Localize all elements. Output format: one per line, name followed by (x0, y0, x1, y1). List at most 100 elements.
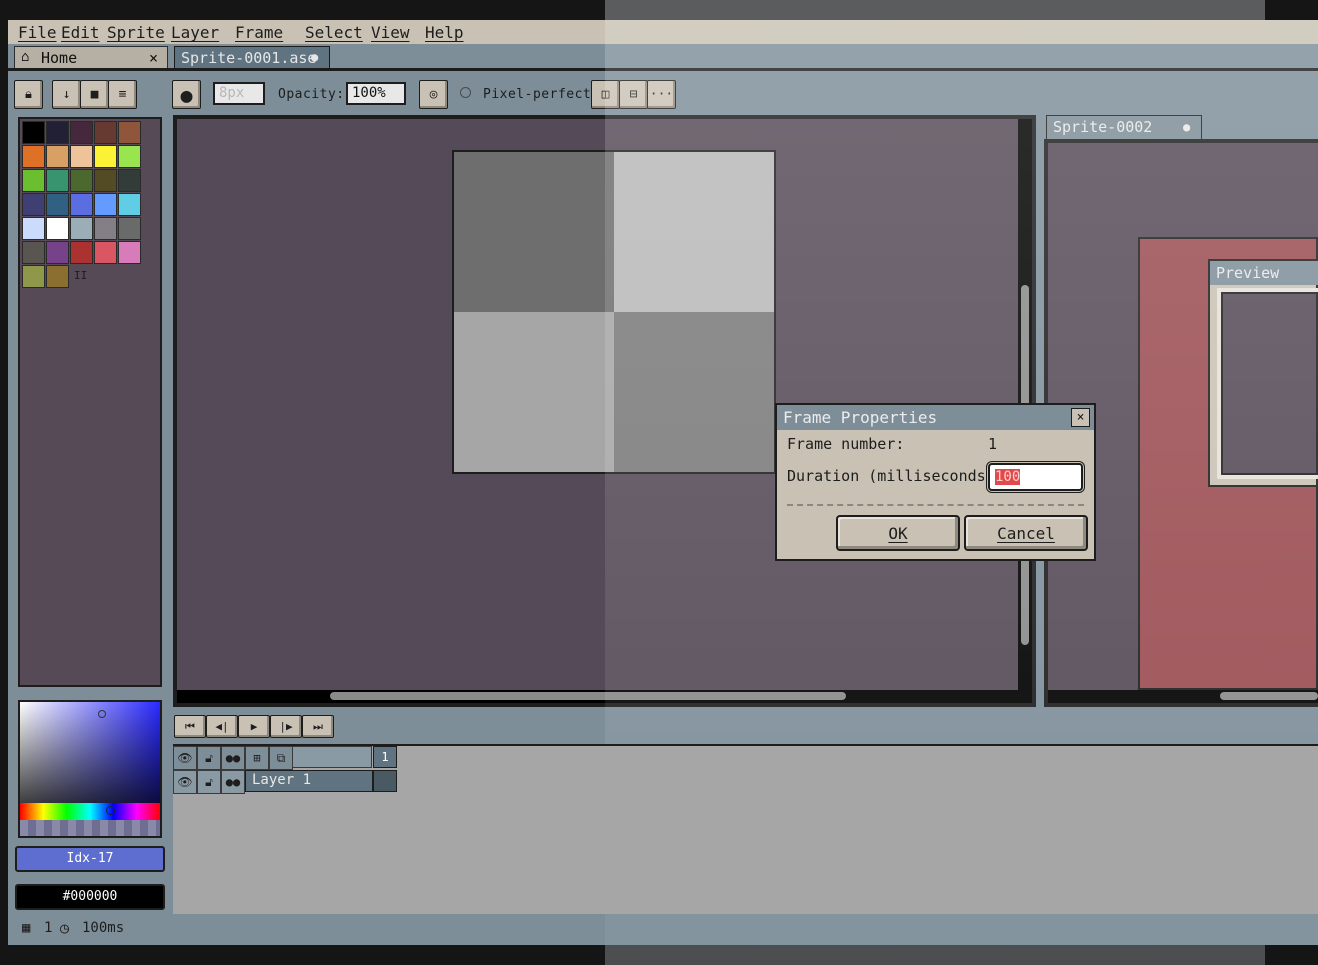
menu-frame[interactable]: Frame (235, 23, 283, 42)
dialog-separator (787, 504, 1084, 506)
palette-swatch[interactable] (70, 145, 93, 168)
hue-cursor[interactable] (106, 806, 115, 815)
palette-swatch[interactable] (22, 121, 45, 144)
layer-eye-icon[interactable]: 👁︎ (173, 770, 197, 794)
menu-layer[interactable]: Layer (171, 23, 219, 42)
cancel-button[interactable]: Cancel (964, 515, 1088, 551)
layer-tree-icon[interactable]: ⊞ (245, 746, 269, 770)
palette-swatch[interactable] (46, 121, 69, 144)
duration-input[interactable]: 100 (988, 463, 1083, 491)
dialog-title: Frame Properties (777, 405, 1094, 430)
brush-size-input[interactable]: 8px (213, 82, 265, 105)
lock-icon[interactable]: 🔒︎ (14, 80, 43, 109)
preview-canvas (1221, 292, 1318, 475)
menu-sprite[interactable]: Sprite (107, 23, 165, 42)
status-frame: 1 (44, 920, 53, 936)
layer-continuous-icon[interactable]: ●● (221, 770, 245, 794)
frame-header-1[interactable]: 1 (373, 746, 397, 768)
palette-swatch[interactable] (46, 265, 69, 288)
palette-swatch[interactable] (22, 217, 45, 240)
layer-lock-icon[interactable]: 🔓︎ (197, 770, 221, 794)
palette-swatch[interactable] (94, 217, 117, 240)
modified-dot-icon[interactable]: ● (1183, 120, 1190, 134)
lock-icon[interactable]: 🔓︎ (197, 746, 221, 770)
palette-swatch[interactable] (22, 145, 45, 168)
sprite-quadrant (614, 152, 774, 312)
ok-button[interactable]: OK (836, 515, 960, 551)
alpha-slider[interactable] (20, 820, 160, 836)
sprite-image[interactable] (452, 150, 776, 474)
context-toolbar: 🔒︎ ↓ ■ ≡ ● 8px Opacity: 100% ◎ Pixel-per… (8, 71, 1318, 115)
opacity-label: Opacity: (278, 87, 345, 102)
palette-swatch[interactable] (46, 217, 69, 240)
editor2-horizontal-scroll-thumb[interactable] (1220, 692, 1318, 700)
square-icon[interactable]: ■ (80, 80, 109, 109)
palette-swatch[interactable] (118, 241, 141, 264)
hue-slider[interactable] (20, 803, 160, 820)
duration-value: 100 (995, 469, 1021, 485)
palette-swatch[interactable] (22, 265, 45, 288)
more-options-button[interactable]: ··· (647, 80, 676, 109)
brush-shape-icon[interactable]: ● (172, 80, 201, 109)
tab-sprite-label: Sprite-0001.ase (181, 49, 317, 67)
hex-color-field[interactable]: #000000 (15, 884, 165, 910)
palette-swatch[interactable] (46, 145, 69, 168)
palette-swatch[interactable] (46, 241, 69, 264)
continuous-icon[interactable]: ●● (221, 746, 245, 770)
palette-swatch[interactable] (94, 241, 117, 264)
palette-swatch[interactable] (46, 169, 69, 192)
palette-swatch[interactable] (94, 169, 117, 192)
palette-swatch[interactable] (22, 169, 45, 192)
modified-dot-icon[interactable]: ● (311, 50, 318, 64)
editor-horizontal-scroll-thumb[interactable] (330, 692, 846, 700)
menu-lines-icon[interactable]: ≡ (108, 80, 137, 109)
previous-frame-button[interactable]: ◀| (206, 715, 238, 738)
sv-cursor[interactable] (98, 710, 106, 718)
color-index-button[interactable]: Idx-17 (15, 846, 165, 872)
menubar: File Edit Sprite Layer Frame Select View… (8, 20, 1318, 44)
menu-select[interactable]: Select (305, 23, 363, 42)
cel-1[interactable] (373, 770, 397, 792)
palette-swatch[interactable] (70, 217, 93, 240)
menu-view[interactable]: View (371, 23, 410, 42)
menu-help[interactable]: Help (425, 23, 464, 42)
palette-swatch[interactable] (94, 145, 117, 168)
palette-swatch[interactable] (94, 121, 117, 144)
dialog-close-icon[interactable]: × (1071, 408, 1090, 427)
palette-swatch[interactable] (118, 217, 141, 240)
play-button[interactable]: ▶ (238, 715, 270, 738)
eye-icon[interactable]: 👁︎ (173, 746, 197, 770)
ink-icon[interactable]: ◎ (419, 80, 448, 109)
tab-sprite-0002[interactable]: Sprite-0002 ● (1046, 115, 1202, 139)
first-frame-button[interactable]: ⏮ (174, 715, 206, 738)
symmetry-vertical-icon[interactable]: ◫ (591, 80, 620, 109)
opacity-input[interactable]: 100% (346, 82, 406, 105)
pixel-perfect-checkbox[interactable] (460, 87, 471, 98)
layer-name[interactable]: Layer 1 (245, 770, 373, 792)
palette-swatch[interactable] (70, 121, 93, 144)
next-frame-button[interactable]: |▶ (270, 715, 302, 738)
palette-swatch[interactable] (118, 121, 141, 144)
onion-skin-icon[interactable]: ⧉ (269, 746, 293, 770)
tab-home-close-icon[interactable]: × (149, 49, 158, 67)
palette-swatch[interactable] (70, 193, 93, 216)
last-frame-button[interactable]: ⏭ (302, 715, 334, 738)
palette-swatch[interactable] (46, 193, 69, 216)
tab-home[interactable]: ⌂ Home × (14, 46, 168, 68)
palette-swatch[interactable] (70, 169, 93, 192)
palette-swatch[interactable] (70, 241, 93, 264)
palette-swatch[interactable] (94, 193, 117, 216)
arrow-down-icon[interactable]: ↓ (52, 80, 81, 109)
palette-swatch[interactable] (22, 193, 45, 216)
sprite-quadrant (454, 152, 614, 312)
tab-sprite-0001[interactable]: Sprite-0001.ase ● (174, 46, 330, 68)
palette-swatch[interactable] (118, 193, 141, 216)
menu-file[interactable]: File (18, 23, 57, 42)
palette-swatch[interactable] (118, 145, 141, 168)
symmetry-horizontal-icon[interactable]: ⊟ (619, 80, 648, 109)
palette-page-marker: II (74, 269, 88, 282)
menu-edit[interactable]: Edit (61, 23, 100, 42)
palette-swatch[interactable] (22, 241, 45, 264)
frame-icon: ▦ (22, 920, 31, 936)
palette-swatch[interactable] (118, 169, 141, 192)
